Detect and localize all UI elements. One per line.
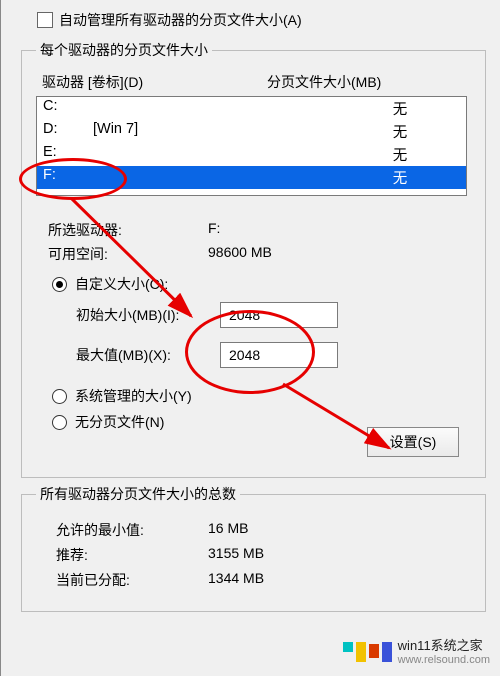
auto-manage-checkbox[interactable] [37,12,53,28]
watermark: win11系统之家 www.relsound.com [343,635,490,666]
current-alloc-label: 当前已分配: [56,570,208,590]
drive-letter: E: [43,144,93,165]
drive-letter: C: [43,98,93,119]
selected-drive-value: F: [208,220,220,240]
watermark-text: win11系统之家 [398,635,490,654]
drive-label [93,167,340,188]
initial-size-input[interactable] [220,302,338,328]
drive-row-f[interactable]: F: 无 [37,166,466,189]
max-size-row: 最大值(MB)(X): [76,342,471,368]
totals-legend: 所有驱动器分页文件大小的总数 [36,484,240,504]
system-managed-label: 系统管理的大小(Y) [75,386,192,406]
watermark-url: www.relsound.com [398,654,490,666]
drive-list[interactable]: C: 无 D: [Win 7] 无 E: 无 F: 无 [36,96,467,196]
drive-list-header: 驱动器 [卷标](D) 分页文件大小(MB) [42,72,471,92]
watermark-logo-icon [343,640,392,662]
drive-header-left: 驱动器 [卷标](D) [42,72,267,92]
selected-drive-info: 所选驱动器: F: 可用空间: 98600 MB [48,220,467,264]
initial-size-row: 初始大小(MB)(I): [76,302,471,328]
drive-row-e[interactable]: E: 无 [37,143,466,166]
system-managed-radio[interactable] [52,389,67,404]
drive-label: [Win 7] [93,121,340,142]
virtual-memory-dialog: 自动管理所有驱动器的分页文件大小(A) 每个驱动器的分页文件大小 驱动器 [卷标… [0,0,500,676]
drive-letter: D: [43,121,93,142]
totals-group: 所有驱动器分页文件大小的总数 允许的最小值: 16 MB 推荐: 3155 MB… [21,484,486,612]
drive-row-d[interactable]: D: [Win 7] 无 [37,120,466,143]
min-allowed-label: 允许的最小值: [56,520,208,540]
max-size-input[interactable] [220,342,338,368]
initial-size-label: 初始大小(MB)(I): [76,305,220,325]
recommended-value: 3155 MB [208,545,264,565]
set-button[interactable]: 设置(S) [367,427,459,457]
per-drive-legend: 每个驱动器的分页文件大小 [36,40,212,60]
avail-space-value: 98600 MB [208,244,272,264]
drive-size: 无 [340,121,460,142]
system-managed-radio-row[interactable]: 系统管理的大小(Y) [52,386,471,406]
recommended-label: 推荐: [56,545,208,565]
drive-size: 无 [340,98,460,119]
drive-size: 无 [340,167,460,188]
drive-label [93,98,340,119]
drive-letter: F: [43,167,93,188]
max-size-label: 最大值(MB)(X): [76,345,220,365]
selected-drive-label: 所选驱动器: [48,220,208,240]
drive-row-c[interactable]: C: 无 [37,97,466,120]
auto-manage-label: 自动管理所有驱动器的分页文件大小(A) [59,10,302,30]
avail-space-label: 可用空间: [48,244,208,264]
custom-size-label: 自定义大小(C): [75,274,168,294]
drive-label [93,144,340,165]
auto-manage-checkbox-row[interactable]: 自动管理所有驱动器的分页文件大小(A) [1,4,500,34]
per-drive-group: 每个驱动器的分页文件大小 驱动器 [卷标](D) 分页文件大小(MB) C: 无… [21,40,486,478]
no-paging-label: 无分页文件(N) [75,412,164,432]
no-paging-radio[interactable] [52,415,67,430]
custom-size-radio[interactable] [52,277,67,292]
drive-header-right: 分页文件大小(MB) [267,72,381,92]
min-allowed-value: 16 MB [208,520,248,540]
custom-size-radio-row[interactable]: 自定义大小(C): [52,274,471,294]
current-alloc-value: 1344 MB [208,570,264,590]
drive-size: 无 [340,144,460,165]
